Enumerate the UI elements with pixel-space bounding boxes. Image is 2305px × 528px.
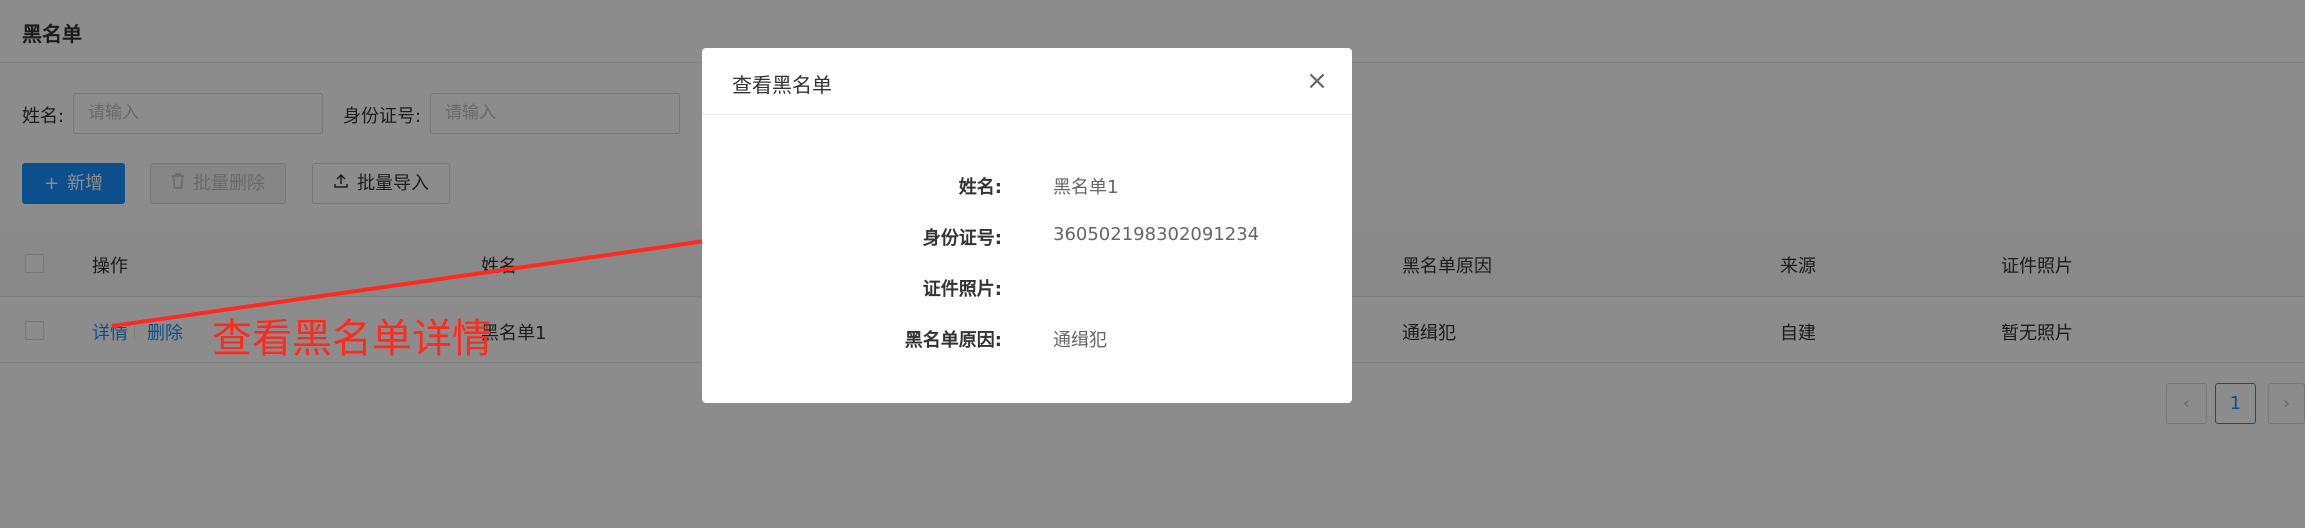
field-value-id: 360502198302091234 — [1053, 224, 1260, 245]
modal-header: 查看黑名单 × — [702, 48, 1352, 115]
field-label-name: 姓名: — [958, 177, 1002, 198]
field-label-id: 身份证号: — [922, 228, 1002, 249]
blacklist-detail-modal: 查看黑名单 × 姓名: 黑名单1 身份证号: 36050219830209123… — [702, 48, 1352, 403]
modal-title: 查看黑名单 — [732, 73, 832, 97]
close-icon[interactable]: × — [1304, 68, 1330, 94]
field-label-reason: 黑名单原因: — [904, 330, 1002, 351]
field-value-name: 黑名单1 — [1053, 177, 1119, 198]
blacklist-page: 黑名单 姓名: 请输入 身份证号: 请输入 + 新增 批量删除 批量导入 操作 姓… — [0, 0, 2305, 528]
annotation-text: 查看黑名单详情 — [212, 316, 492, 362]
field-label-photo: 证件照片: — [922, 279, 1002, 300]
field-value-reason: 通缉犯 — [1053, 330, 1107, 351]
